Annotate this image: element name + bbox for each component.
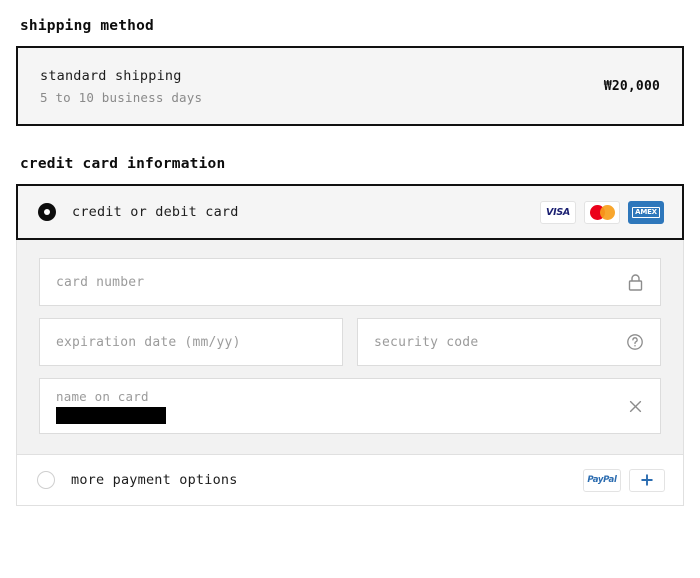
security-code-field[interactable]: security code xyxy=(357,318,661,366)
expiration-date-placeholder: expiration date (mm/yy) xyxy=(56,334,241,350)
radio-more-options-unselected[interactable] xyxy=(37,471,55,489)
credit-card-form: card number expiration date (mm/yy) secu… xyxy=(16,240,684,454)
help-circle-icon[interactable] xyxy=(626,333,644,351)
lock-icon xyxy=(627,273,644,292)
close-icon[interactable] xyxy=(627,398,644,415)
expiration-date-field[interactable]: expiration date (mm/yy) xyxy=(39,318,343,366)
security-code-placeholder: security code xyxy=(374,334,479,350)
card-number-placeholder: card number xyxy=(56,274,145,290)
name-on-card-stack: name on card xyxy=(56,387,166,425)
expiry-and-cvv-row: expiration date (mm/yy) security code xyxy=(39,318,661,366)
visa-badge: VISA xyxy=(540,200,576,224)
name-on-card-clear-wrap xyxy=(627,387,644,425)
card-number-field[interactable]: card number xyxy=(39,258,661,306)
name-on-card-redacted-value xyxy=(56,406,166,424)
mastercard-badge xyxy=(584,200,620,224)
add-payment-method-button[interactable] xyxy=(629,468,665,492)
payment-option-credit-card-label: credit or debit card xyxy=(72,204,239,220)
payment-option-more-left: more payment options xyxy=(37,471,238,489)
paypal-badge-text: PayPal xyxy=(587,475,617,485)
amex-badge-text: AMEX xyxy=(632,206,660,218)
name-on-card-label: name on card xyxy=(56,388,149,404)
shipping-option-price: ₩20,000 xyxy=(603,78,660,94)
credit-card-information-heading: credit card information xyxy=(20,156,226,172)
amex-badge: AMEX xyxy=(628,200,664,224)
shipping-option-text: standard shipping 5 to 10 business days xyxy=(40,68,202,105)
more-payment-badges: PayPal xyxy=(583,468,665,492)
shipping-option-subtitle: 5 to 10 business days xyxy=(40,89,203,105)
radio-credit-card-selected[interactable] xyxy=(38,203,56,221)
payment-option-credit-card[interactable]: credit or debit card VISA AMEX xyxy=(16,184,684,240)
shipping-option-title: standard shipping xyxy=(40,67,182,84)
payment-option-more[interactable]: more payment options PayPal xyxy=(16,454,684,506)
radio-inner-dot xyxy=(44,209,50,215)
paypal-badge[interactable]: PayPal xyxy=(583,468,621,492)
card-brand-badges: VISA AMEX xyxy=(540,200,664,224)
plus-icon xyxy=(641,474,653,486)
shipping-method-heading: shipping method xyxy=(20,18,154,34)
payment-option-credit-card-left: credit or debit card xyxy=(38,203,239,221)
name-on-card-field[interactable]: name on card xyxy=(39,378,661,434)
payment-option-more-label: more payment options xyxy=(71,472,238,488)
shipping-option-card[interactable]: standard shipping 5 to 10 business days … xyxy=(16,46,684,126)
mastercard-circles-icon xyxy=(589,204,615,220)
payment-methods-block: credit or debit card VISA AMEX card numb… xyxy=(16,184,684,506)
visa-badge-text: VISA xyxy=(546,206,570,218)
checkout-page: shipping method standard shipping 5 to 1… xyxy=(0,0,700,578)
